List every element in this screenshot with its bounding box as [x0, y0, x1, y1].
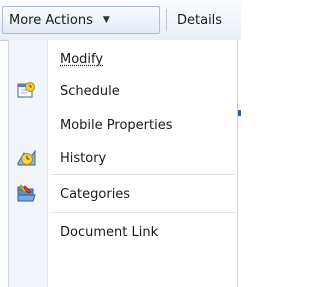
- background-selection-mark: [238, 110, 241, 116]
- menu-item-label: Mobile Properties: [60, 117, 173, 133]
- menu-item-document-link[interactable]: Document Link: [9, 218, 237, 246]
- menu-item-schedule[interactable]: Schedule: [9, 77, 237, 105]
- menu-item-mobile-properties[interactable]: Mobile Properties: [9, 111, 237, 139]
- menu-separator: [51, 174, 235, 175]
- menu-item-label: Document Link: [60, 224, 159, 240]
- menu-item-modify[interactable]: Modify: [9, 45, 237, 73]
- menu-item-categories[interactable]: Categories: [9, 180, 237, 208]
- history-icon: [15, 147, 37, 169]
- background-strip: [238, 40, 241, 287]
- menu-item-label: Categories: [60, 186, 131, 202]
- categories-icon: [15, 183, 37, 205]
- details-label: Details: [177, 12, 223, 28]
- menu-item-label: History: [60, 150, 107, 166]
- details-button[interactable]: Details: [177, 6, 241, 34]
- menu-item-history[interactable]: History: [9, 144, 237, 172]
- more-actions-button[interactable]: More Actions ▼: [2, 6, 160, 34]
- more-actions-menu: Modify Schedule Mobile Properties Histor…: [8, 40, 238, 287]
- menu-item-label: Modify: [60, 51, 104, 67]
- menu-item-label: Schedule: [60, 83, 120, 99]
- toolbar-separator: [166, 9, 167, 31]
- schedule-icon: [15, 80, 37, 102]
- menu-separator: [51, 212, 235, 213]
- chevron-down-icon: ▼: [102, 15, 110, 25]
- toolbar: More Actions ▼ Details: [0, 0, 241, 41]
- more-actions-label: More Actions: [9, 12, 93, 28]
